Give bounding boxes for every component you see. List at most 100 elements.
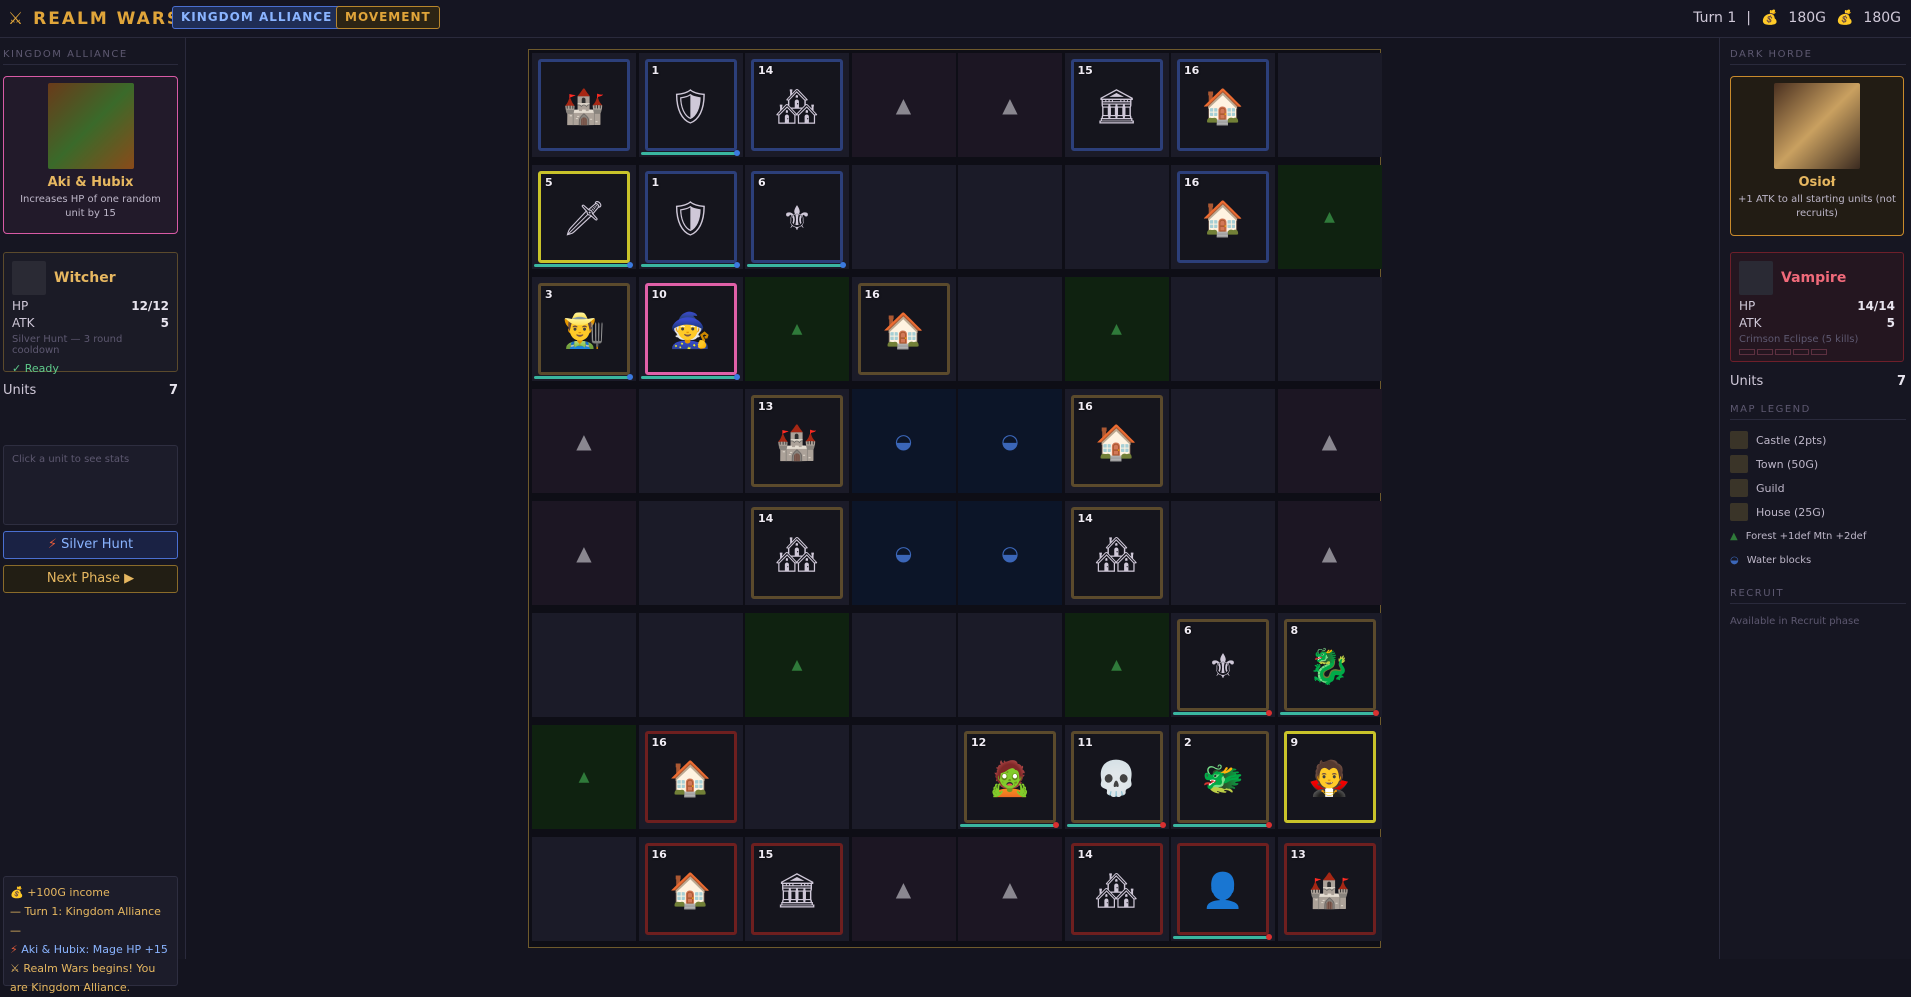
board-cell[interactable]: 13 🏰 bbox=[745, 389, 849, 493]
board-cell[interactable]: 15 🏛 bbox=[1064, 53, 1169, 157]
board-cell-plain[interactable] bbox=[1277, 53, 1382, 157]
board-tile[interactable]: 1 🛡 bbox=[644, 59, 737, 151]
board-cell-forest[interactable]: ▲ bbox=[1277, 165, 1382, 269]
board-cell-plain[interactable] bbox=[851, 725, 956, 829]
board-cell-plain[interactable] bbox=[745, 725, 849, 829]
leader-card[interactable]: Osioł +1 ATK to all starting units (not … bbox=[1730, 76, 1904, 236]
board-cell[interactable]: 15 🏛 bbox=[745, 837, 849, 941]
board-tile[interactable]: 6 ⚜ bbox=[1177, 619, 1269, 711]
board-cell-water[interactable]: ◒ bbox=[958, 389, 1062, 493]
board-cell-mountain[interactable]: ▲ bbox=[958, 837, 1062, 941]
next-phase-button[interactable]: Next Phase ▶ bbox=[3, 565, 178, 593]
board-cell[interactable]: 12 🧟 bbox=[958, 725, 1062, 829]
tree-icon: ▲ bbox=[791, 321, 803, 337]
board-cell-forest[interactable]: ▲ bbox=[532, 725, 636, 829]
board-cell[interactable]: 16 🏠 bbox=[851, 277, 956, 381]
board-cell[interactable]: 13 🏰 bbox=[1277, 837, 1382, 941]
board-cell[interactable]: 16 🏠 bbox=[638, 837, 743, 941]
unit-hp-bar bbox=[534, 264, 630, 267]
board-cell-plain[interactable] bbox=[532, 613, 636, 717]
board-tile[interactable]: 12 🧟 bbox=[964, 731, 1056, 823]
board-cell[interactable]: 1 🛡 bbox=[638, 165, 743, 269]
board-tile[interactable]: 13 🏰 bbox=[751, 395, 843, 487]
board-tile[interactable]: 🏰 bbox=[538, 59, 630, 151]
board-tile[interactable]: 16 🏠 bbox=[1177, 171, 1269, 263]
board-tile[interactable]: 9 🧛 bbox=[1283, 731, 1376, 823]
board-cell[interactable]: 8 🐉 bbox=[1277, 613, 1382, 717]
board-tile[interactable]: 13 🏰 bbox=[1283, 843, 1376, 935]
board-cell-plain[interactable] bbox=[1171, 277, 1275, 381]
board-tile[interactable]: 11 💀 bbox=[1070, 731, 1163, 823]
board-cell[interactable]: 5 🗡 bbox=[532, 165, 636, 269]
board-tile[interactable]: 10 🧙 bbox=[644, 283, 737, 375]
board-cell[interactable]: 👤 bbox=[1171, 837, 1275, 941]
board-tile[interactable]: 14 🏘 bbox=[751, 59, 843, 151]
board-cell-mountain[interactable]: ▲ bbox=[851, 53, 956, 157]
board-tile[interactable]: 8 🐉 bbox=[1283, 619, 1376, 711]
board-tile[interactable]: 5 🗡 bbox=[538, 171, 630, 263]
board-cell-plain[interactable] bbox=[532, 837, 636, 941]
board-tile[interactable]: 14 🏘 bbox=[751, 507, 843, 599]
board-cell-water[interactable]: ◒ bbox=[851, 389, 956, 493]
board-tile[interactable]: 1 🛡 bbox=[644, 171, 737, 263]
board-cell[interactable]: 16 🏠 bbox=[638, 725, 743, 829]
leader-card[interactable]: Aki & Hubix Increases HP of one random u… bbox=[3, 76, 178, 234]
board-cell[interactable]: 14 🏘 bbox=[745, 501, 849, 605]
board-cell[interactable]: 14 🏘 bbox=[745, 53, 849, 157]
board-tile[interactable]: 16 🏠 bbox=[1070, 395, 1163, 487]
board-tile[interactable]: 16 🏠 bbox=[857, 283, 950, 375]
board-cell[interactable]: 16 🏠 bbox=[1171, 53, 1275, 157]
board-cell-mountain[interactable]: ▲ bbox=[958, 53, 1062, 157]
board-cell-plain[interactable] bbox=[958, 613, 1062, 717]
board-tile[interactable]: 👤 bbox=[1177, 843, 1269, 935]
board-cell[interactable]: 14 🏘 bbox=[1064, 837, 1169, 941]
board-tile[interactable]: 6 ⚜ bbox=[751, 171, 843, 263]
board-cell-forest[interactable]: ▲ bbox=[1064, 277, 1169, 381]
board-cell[interactable]: 16 🏠 bbox=[1064, 389, 1169, 493]
board-tile[interactable]: 16 🏠 bbox=[644, 731, 737, 823]
tree-icon: ▲ bbox=[1111, 321, 1122, 337]
board-cell[interactable]: 9 🧛 bbox=[1277, 725, 1382, 829]
board-cell-plain[interactable] bbox=[1171, 389, 1275, 493]
skill-button[interactable]: ⚡ Silver Hunt bbox=[3, 531, 178, 559]
board-cell-plain[interactable] bbox=[638, 501, 743, 605]
board-cell-plain[interactable] bbox=[638, 389, 743, 493]
board-cell[interactable]: 16 🏠 bbox=[1171, 165, 1275, 269]
board-cell[interactable]: 2 🐲 bbox=[1171, 725, 1275, 829]
board-cell-water[interactable]: ◒ bbox=[851, 501, 956, 605]
board-cell-forest[interactable]: ▲ bbox=[745, 277, 849, 381]
board-cell[interactable]: 3 👨‍🌾 bbox=[532, 277, 636, 381]
board-cell-plain[interactable] bbox=[958, 165, 1062, 269]
board-cell[interactable]: 10 🧙 bbox=[638, 277, 743, 381]
board-cell[interactable]: 🏰 bbox=[532, 53, 636, 157]
board-cell-forest[interactable]: ▲ bbox=[1064, 613, 1169, 717]
board-tile[interactable]: 3 👨‍🌾 bbox=[538, 283, 630, 375]
board-cell[interactable]: 1 🛡 bbox=[638, 53, 743, 157]
board-cell-forest[interactable]: ▲ bbox=[745, 613, 849, 717]
board-tile[interactable]: 16 🏠 bbox=[644, 843, 737, 935]
board-cell[interactable]: 11 💀 bbox=[1064, 725, 1169, 829]
board-cell-plain[interactable] bbox=[958, 277, 1062, 381]
board-tile[interactable]: 2 🐲 bbox=[1177, 731, 1269, 823]
board-cell-mountain[interactable]: ▲ bbox=[851, 837, 956, 941]
board-cell-plain[interactable] bbox=[638, 613, 743, 717]
board-cell-plain[interactable] bbox=[1277, 277, 1382, 381]
board-tile[interactable]: 14 🏘 bbox=[1070, 843, 1163, 935]
board-cell[interactable]: 14 🏘 bbox=[1064, 501, 1169, 605]
board-cell-mountain[interactable]: ▲ bbox=[1277, 389, 1382, 493]
board-tile[interactable]: 15 🏛 bbox=[1070, 59, 1163, 151]
board-cell-mountain[interactable]: ▲ bbox=[532, 389, 636, 493]
board-cell-mountain[interactable]: ▲ bbox=[532, 501, 636, 605]
board-cell-water[interactable]: ◒ bbox=[958, 501, 1062, 605]
board-cell-plain[interactable] bbox=[851, 613, 956, 717]
board-tile[interactable]: 15 🏛 bbox=[751, 843, 843, 935]
board-cell-plain[interactable] bbox=[1064, 165, 1169, 269]
board-cell-plain[interactable] bbox=[1171, 501, 1275, 605]
board-cell-plain[interactable] bbox=[851, 165, 956, 269]
board-tile[interactable]: 16 🏠 bbox=[1177, 59, 1269, 151]
board-cell-mountain[interactable]: ▲ bbox=[1277, 501, 1382, 605]
board-cell[interactable]: 6 ⚜ bbox=[745, 165, 849, 269]
board-tile[interactable]: 14 🏘 bbox=[1070, 507, 1163, 599]
board-cell[interactable]: 6 ⚜ bbox=[1171, 613, 1275, 717]
unit-hp-bar bbox=[640, 264, 737, 267]
